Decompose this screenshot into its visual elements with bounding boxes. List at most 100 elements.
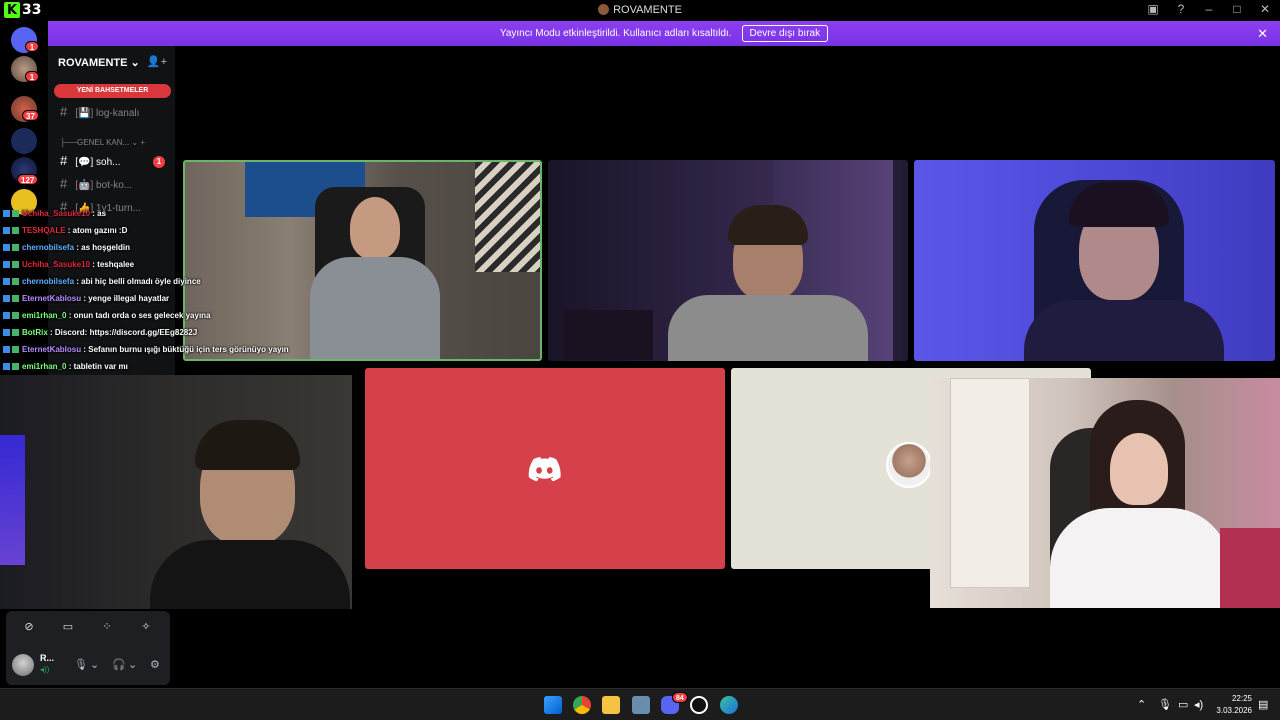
channel-emoji: 💬 <box>78 157 91 168</box>
badge-icon <box>12 346 19 353</box>
channel-emoji: 💾 <box>78 108 91 119</box>
chat-username: chernobilsefa <box>22 277 75 286</box>
channel-bot[interactable]: # [🤖] bot-ko... <box>60 176 132 191</box>
channel-name: log-kanalı <box>96 108 140 119</box>
platform-icon <box>3 346 10 353</box>
video-tile-5-camera-off[interactable] <box>365 368 725 569</box>
person-body <box>668 295 868 361</box>
minimize-button[interactable]: – <box>1202 2 1216 16</box>
disable-streamer-mode-button[interactable]: Devre dışı bırak <box>741 25 829 42</box>
edge-icon[interactable] <box>720 696 738 714</box>
video-tile-3[interactable] <box>914 160 1275 361</box>
title-bar: K 33 ROVAMENTE ▣ ? – □ ✕ <box>0 0 1280 21</box>
platform-icon <box>3 227 10 234</box>
chat-message: EternetKablosu : Sefanın burnu ışığı bük… <box>3 345 289 354</box>
chat-text: as hoşgeldin <box>81 243 131 252</box>
maximize-button[interactable]: □ <box>1230 2 1244 16</box>
hash-icon: # <box>60 176 68 191</box>
platform-icon <box>3 363 10 370</box>
streamer-mode-banner: Yayıncı Modu etkinleştirildi. Kullanıcı … <box>48 21 1280 46</box>
chevron-down-icon[interactable]: ⌄ <box>128 658 137 671</box>
category-genel[interactable]: ├──GENEL KAN... ⌄ + <box>60 138 145 147</box>
username: R... <box>40 653 55 663</box>
invite-icon[interactable]: 👤+ <box>147 55 167 68</box>
chat-text: abi hiç belli olmadı öyle diyince <box>81 277 201 286</box>
volume-icon[interactable]: ◂) <box>1194 698 1203 711</box>
banner-text: Yayıncı Modu etkinleştirildi. Kullanıcı … <box>499 28 732 39</box>
chat-username: BotRix <box>22 328 48 337</box>
chat-username: chernobilsefa <box>22 243 75 252</box>
video-tile-1[interactable] <box>183 160 542 361</box>
video-tile-4[interactable] <box>0 375 352 609</box>
file-explorer-icon[interactable] <box>602 696 620 714</box>
chevron-down-icon[interactable]: ⌄ <box>90 658 99 671</box>
close-window-button[interactable]: ✕ <box>1258 2 1272 16</box>
guild-badge: 1 <box>25 71 39 82</box>
person-body <box>310 257 440 359</box>
badge-icon <box>12 227 19 234</box>
guild-badge: 127 <box>17 174 39 185</box>
inbox-icon[interactable]: ▣ <box>1146 2 1160 16</box>
microphone-icon[interactable]: 🎙 <box>74 658 88 671</box>
chat-username: TESHQALE <box>22 226 66 235</box>
badge-icon <box>12 244 19 251</box>
platform-icon <box>3 261 10 268</box>
headphones-icon[interactable]: 🎧 <box>112 658 126 671</box>
soundboard-button[interactable]: ✧ <box>131 617 161 637</box>
channel-sohbet[interactable]: # [💬] soh... <box>60 153 121 168</box>
chat-message: EternetKablosu : yenge illegal hayatlar <box>3 294 169 303</box>
screen-share-button[interactable]: ▭ <box>53 617 83 637</box>
chat-text: onun tadı orda o ses gelecek yayına <box>73 311 211 320</box>
badge-icon <box>12 210 19 217</box>
activities-button[interactable]: ⁘ <box>92 617 122 637</box>
channel-log[interactable]: # [💾] log-kanalı <box>60 104 139 119</box>
hash-icon: # <box>60 104 68 119</box>
platform-icon <box>3 210 10 217</box>
user-area: R... ◂)) 🎙 ⌄ 🎧 ⌄ ⚙ <box>12 653 164 679</box>
chat-message: Uchiha_Sasuke10 : as <box>3 209 106 218</box>
chat-username: emi1rhan_0 <box>22 362 67 371</box>
network-icon[interactable]: ▭ <box>1178 698 1188 711</box>
curtain <box>475 162 540 272</box>
pc-case <box>563 310 653 360</box>
guild-icon[interactable] <box>11 128 37 154</box>
clock-time: 22:25 <box>1231 694 1252 703</box>
camera-off-button[interactable]: ⊘ <box>14 617 44 637</box>
platform-icon <box>3 244 10 251</box>
badge-icon <box>12 329 19 336</box>
video-tile-7[interactable] <box>930 378 1280 608</box>
hash-icon: # <box>60 153 68 168</box>
chat-message: chernobilsefa : abi hiç belli olmadı öyl… <box>3 277 201 286</box>
server-name-text: ROVAMENTE <box>58 57 128 69</box>
chat-message: chernobilsefa : as hoşgeldin <box>3 243 130 252</box>
chrome-icon[interactable] <box>573 696 591 714</box>
tray-microphone-icon[interactable]: 🎙 <box>1158 698 1172 711</box>
platform-icon <box>3 295 10 302</box>
video-tile-2[interactable] <box>548 160 908 361</box>
chat-text: Sefanın burnu ışığı büktüğü için ters gö… <box>88 345 289 354</box>
server-name[interactable]: ROVAMENTE ⌄ <box>58 56 140 69</box>
person-body <box>1050 508 1230 608</box>
server-icon <box>598 4 610 15</box>
chat-message: emi1rhan_0 : onun tadı orda o ses gelece… <box>3 311 211 320</box>
close-icon[interactable]: ✕ <box>1257 26 1268 42</box>
notification-icon[interactable]: ▤ <box>1258 698 1268 711</box>
avatar[interactable] <box>12 654 34 676</box>
app-icon[interactable] <box>632 696 650 714</box>
badge-icon <box>12 295 19 302</box>
tray-chevron-icon[interactable]: ⌃ <box>1137 698 1146 711</box>
obs-icon[interactable] <box>690 696 708 714</box>
help-icon[interactable]: ? <box>1174 2 1188 16</box>
guild-badge: 37 <box>22 110 39 121</box>
channel-name: soh... <box>96 157 121 168</box>
discord-logo-icon <box>528 456 561 481</box>
clock-date: 3.03.2026 <box>1216 706 1252 715</box>
mention-badge: 1 <box>153 156 165 168</box>
badge-icon <box>12 363 19 370</box>
person-head <box>1110 433 1168 505</box>
windows-start-icon[interactable] <box>544 696 562 714</box>
clock[interactable]: 22:25 3.03.2026 <box>1216 693 1252 717</box>
chat-text: teshqalee <box>97 260 135 269</box>
gear-icon[interactable]: ⚙ <box>150 658 160 671</box>
new-mentions-pill[interactable]: YENİ BAHSETMELER <box>54 84 171 98</box>
